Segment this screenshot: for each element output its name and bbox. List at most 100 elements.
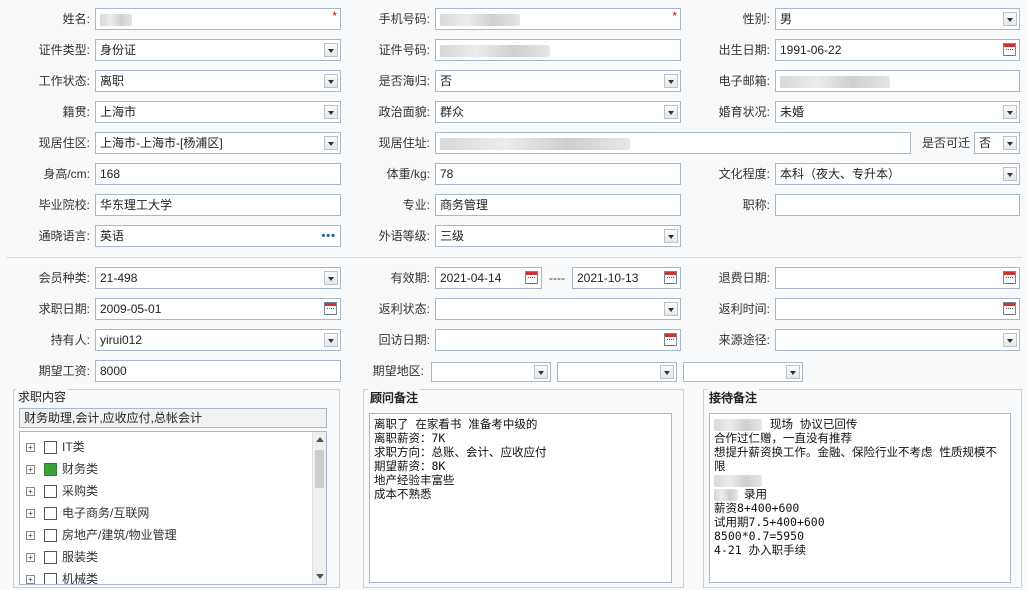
weight-input[interactable]: 78 [435,163,681,185]
chevron-down-icon[interactable] [660,365,674,379]
rebate-status-select[interactable] [435,298,681,320]
native-select[interactable]: 上海市 [95,101,341,123]
valid-to-input[interactable]: 2021-10-13 [572,267,681,289]
chevron-down-icon[interactable] [1003,136,1017,150]
native-value: 上海市 [100,105,137,119]
chevron-down-icon[interactable] [664,229,678,243]
calendar-icon[interactable] [324,302,337,315]
chevron-down-icon[interactable] [1003,333,1017,347]
address-input[interactable] [435,132,911,154]
checkbox[interactable] [44,441,57,455]
calendar-icon[interactable] [1003,43,1016,56]
calendar-icon[interactable] [1003,302,1016,315]
salary-input[interactable]: 8000 [95,360,341,382]
region-city-select[interactable] [557,362,677,382]
lang-level-select[interactable]: 三级 [435,225,681,247]
chevron-down-icon[interactable] [664,105,678,119]
email-input[interactable] [775,70,1020,92]
visit-date-input[interactable] [435,329,681,351]
region-province-select[interactable] [431,362,551,382]
chevron-down-icon[interactable] [1003,105,1017,119]
tree-item-ecommerce[interactable]: + 电子商务/互联网 [26,502,149,524]
source-select[interactable] [775,329,1020,351]
tree-item-label: 财务类 [62,462,99,476]
tree-item-finance[interactable]: + 财务类 [26,458,98,480]
checkbox[interactable] [44,463,57,477]
expand-icon[interactable]: + [26,443,35,453]
migrate-label: 是否可迁 [921,136,970,150]
tree-item-it[interactable]: + IT类 [26,436,85,458]
scroll-thumb[interactable] [315,450,324,488]
expand-icon[interactable]: + [26,465,35,475]
reception-notes-textarea[interactable]: 现场 协议已回传 合作过仁赠，一直没有推荐 想提升薪资换工作。金融、保险行业不考… [709,413,1011,583]
calendar-icon[interactable] [1003,271,1016,284]
expand-icon[interactable]: + [26,487,35,497]
chevron-down-icon[interactable] [1003,12,1017,26]
title-input[interactable] [775,194,1020,216]
tree-item-apparel[interactable]: + 服装类 [26,546,98,568]
tree-scrollbar[interactable] [312,432,326,584]
chevron-down-icon[interactable] [786,365,800,379]
scroll-down-icon[interactable] [316,574,324,579]
district-select[interactable]: 上海市-上海市-[杨浦区] [95,132,341,154]
more-options-icon[interactable]: ••• [321,226,336,246]
calendar-icon[interactable] [525,271,538,284]
scroll-up-icon[interactable] [316,437,324,442]
tree-item-realestate[interactable]: + 房地产/建筑/物业管理 [26,524,177,546]
apply-date-input[interactable]: 2009-05-01 [95,298,341,320]
major-input[interactable]: 商务管理 [435,194,681,216]
checkbox[interactable] [44,529,57,543]
birth-label: 出生日期: [718,43,770,57]
rebate-time-input[interactable] [775,298,1020,320]
chevron-down-icon[interactable] [324,74,338,88]
chevron-down-icon[interactable] [324,105,338,119]
chevron-down-icon[interactable] [664,302,678,316]
tree-item-purchase[interactable]: + 采购类 [26,480,98,502]
work-status-select[interactable]: 离职 [95,70,341,92]
calendar-icon[interactable] [664,271,677,284]
chevron-down-icon[interactable] [1003,167,1017,181]
expand-icon[interactable]: + [26,531,35,541]
name-input[interactable]: * [95,8,341,30]
tree-item-label: IT类 [62,440,85,454]
calendar-icon[interactable] [664,333,677,346]
id-no-input[interactable] [435,39,681,61]
refund-date-input[interactable] [775,267,1020,289]
migrate-select[interactable]: 否 [974,132,1020,154]
language-input[interactable]: 英语 ••• [95,225,341,247]
holder-select[interactable]: yirui012 [95,329,341,351]
job-category-tree[interactable]: + IT类 + 财务类 + 采购类 + 电子商务/互联网 + 房地产/建筑/物业管理 + 服… [19,431,327,585]
advisor-notes-textarea[interactable]: 离职了 在家看书 准备考中级的 离职薪资：7K 求职方向：总账、会计、应收应付 … [369,413,672,583]
tree-item-machinery[interactable]: + 机械类 [26,568,98,584]
valid-from-input[interactable]: 2021-04-14 [435,267,542,289]
chevron-down-icon[interactable] [534,365,548,379]
height-input[interactable]: 168 [95,163,341,185]
chevron-down-icon[interactable] [324,136,338,150]
chevron-down-icon[interactable] [324,271,338,285]
checkbox[interactable] [44,573,57,584]
chevron-down-icon[interactable] [664,74,678,88]
checkbox[interactable] [44,551,57,565]
phone-input[interactable]: * [435,8,681,30]
school-input[interactable]: 华东理工大学 [95,194,341,216]
region-district-select[interactable] [683,362,803,382]
marital-select[interactable]: 未婚 [775,101,1020,123]
rebate-time-label: 返利时间: [718,302,770,316]
redacted-value [440,137,630,150]
expand-icon[interactable]: + [26,509,35,519]
chevron-down-icon[interactable] [324,333,338,347]
expand-icon[interactable]: + [26,553,35,563]
chevron-down-icon[interactable] [324,43,338,57]
birth-date-input[interactable]: 1991-06-22 [775,39,1020,61]
checkbox[interactable] [44,507,57,521]
checkbox[interactable] [44,485,57,499]
education-select[interactable]: 本科（夜大、专升本） [775,163,1020,185]
gender-select[interactable]: 男 [775,8,1020,30]
political-select[interactable]: 群众 [435,101,681,123]
school-label: 毕业院校: [38,198,90,212]
member-type-value: 21-498 [100,271,138,285]
overseas-select[interactable]: 否 [435,70,681,92]
expand-icon[interactable]: + [26,575,35,584]
id-type-select[interactable]: 身份证 [95,39,341,61]
member-type-select[interactable]: 21-498 [95,267,341,289]
